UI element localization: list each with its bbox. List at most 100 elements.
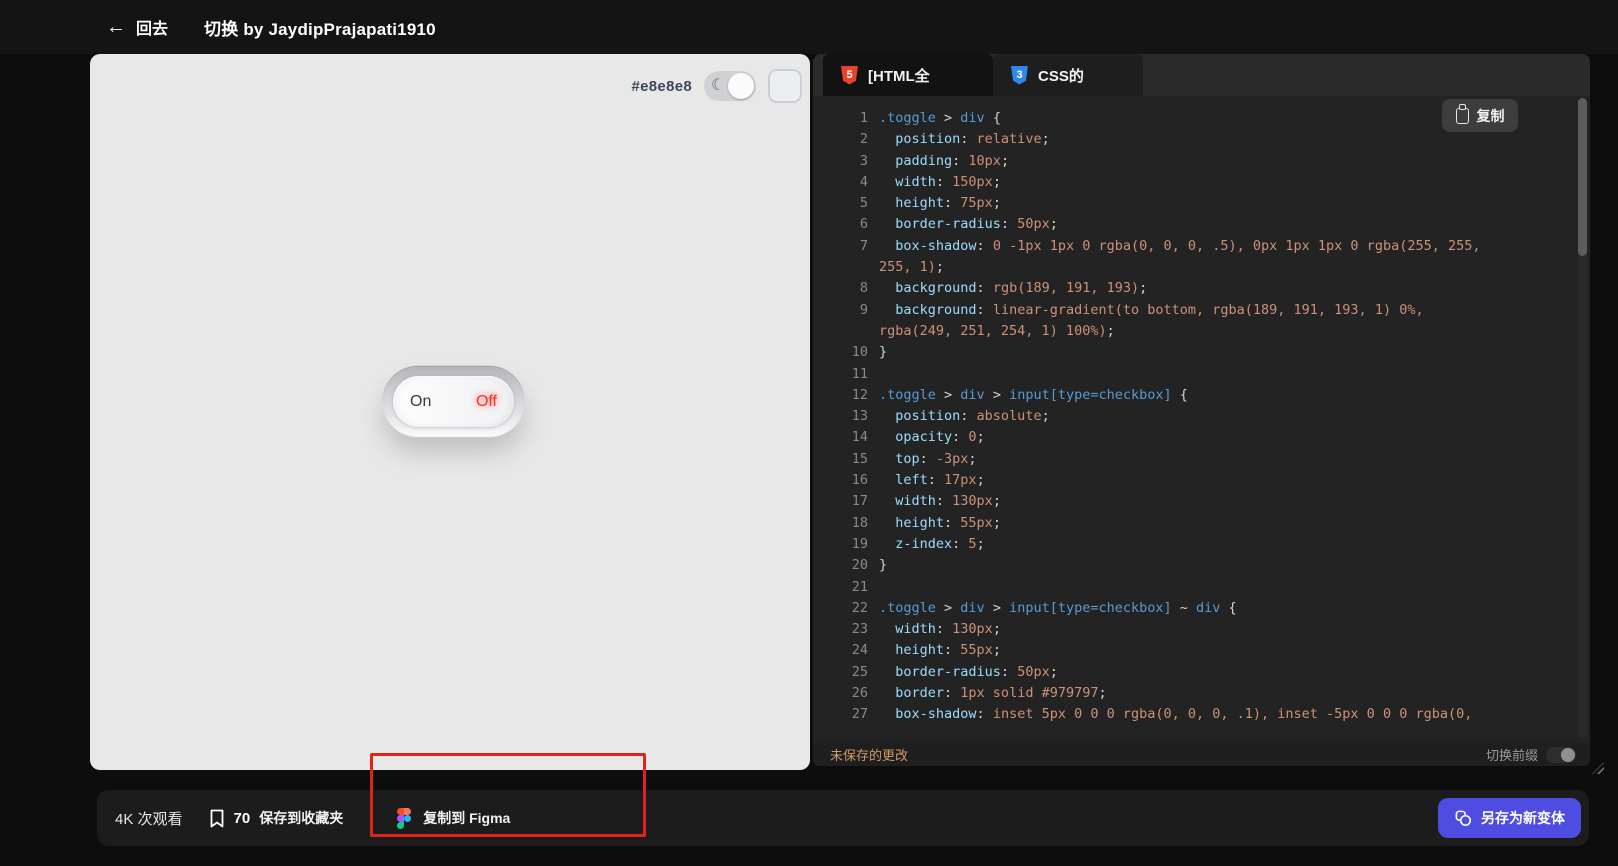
- code-line[interactable]: 14 opacity: 0;: [813, 427, 1590, 448]
- line-number: 19: [851, 535, 868, 552]
- line-number: [813, 257, 868, 278]
- dark-mode-toggle[interactable]: ☾: [704, 71, 756, 101]
- save-to-favorites-button[interactable]: 70 保存到收藏夹: [209, 808, 344, 828]
- code-line[interactable]: 15 top: -3px;: [813, 449, 1590, 470]
- code-line[interactable]: 5 height: 75px;: [813, 193, 1590, 214]
- code-text: }: [879, 557, 888, 574]
- code-line[interactable]: 10}: [813, 342, 1590, 363]
- code-line[interactable]: 3 padding: 10px;: [813, 151, 1590, 172]
- line-number: 17: [851, 493, 868, 510]
- unsaved-changes-label: 未保存的更改: [830, 748, 909, 763]
- code-text: top: -3px;: [879, 450, 977, 467]
- prefix-toggle[interactable]: [1546, 746, 1576, 763]
- demo-toggle-inner[interactable]: On Off: [393, 376, 514, 427]
- code-line[interactable]: 16 left: 17px;: [813, 470, 1590, 491]
- code-scrollbar-track[interactable]: [1578, 98, 1587, 738]
- figma-icon: [397, 807, 412, 829]
- css3-icon: 3: [1011, 65, 1028, 85]
- code-text: box-shadow: inset 5px 0 0 0 rgba(0, 0, 0…: [879, 706, 1473, 723]
- tab-css[interactable]: 3 CSS的: [993, 54, 1143, 96]
- code-text: background: rgb(189, 191, 193);: [879, 280, 1148, 297]
- code-line[interactable]: 12 .toggle > div > input[type=checkbox] {: [813, 385, 1590, 406]
- code-line[interactable]: 17 width: 130px;: [813, 491, 1590, 512]
- moon-icon: ☾: [711, 77, 726, 94]
- demo-off-label: Off: [475, 392, 497, 410]
- code-line[interactable]: 13 position: absolute;: [813, 406, 1590, 427]
- code-text: width: 130px;: [879, 493, 1001, 510]
- panel-resize-handle[interactable]: [1592, 762, 1604, 774]
- clipboard-icon: [1455, 104, 1469, 124]
- code-line[interactable]: 18 height: 55px;: [813, 513, 1590, 534]
- code-line[interactable]: 22 .toggle > div > input[type=checkbox] ~…: [813, 598, 1590, 619]
- line-number: [813, 321, 868, 342]
- line-number: 12: [851, 386, 868, 403]
- line-number: 5: [859, 195, 868, 212]
- code-text: border-radius: 50px;: [879, 216, 1058, 233]
- code-text: background: linear-gradient(to bottom, r…: [879, 301, 1424, 318]
- line-number: 13: [851, 408, 868, 425]
- code-text: position: relative;: [879, 131, 1050, 148]
- background-hex-label: #e8e8e8: [631, 77, 692, 95]
- save-as-variant-button[interactable]: 另存为新变体: [1438, 798, 1581, 838]
- code-line[interactable]: 7 box-shadow: 0 -1px 1px 0 rgba(0, 0, 0,…: [813, 236, 1590, 257]
- save-as-variant-label: 另存为新变体: [1481, 810, 1565, 826]
- dark-mode-toggle-knob[interactable]: [728, 73, 754, 99]
- code-panel: 5 [HTML全 3 CSS的 复制 1 .toggle > div {2 pos…: [813, 54, 1590, 766]
- html5-icon: 5: [841, 65, 858, 85]
- code-text: border-radius: 50px;: [879, 663, 1058, 680]
- code-line[interactable]: 20}: [813, 555, 1590, 576]
- line-number: 24: [851, 642, 868, 659]
- code-text: width: 150px;: [879, 173, 1001, 190]
- code-line[interactable]: 4 width: 150px;: [813, 172, 1590, 193]
- code-editor[interactable]: 1 .toggle > div {2 position: relative; 3 p…: [813, 96, 1590, 743]
- tab-html[interactable]: 5 [HTML全: [823, 54, 993, 96]
- line-number: 7: [859, 237, 868, 254]
- line-number: 23: [851, 621, 868, 638]
- code-text: border: 1px solid #979797;: [879, 685, 1107, 702]
- code-scrollbar-thumb[interactable]: [1578, 98, 1587, 256]
- copy-label: 复制: [1476, 107, 1505, 124]
- line-number: 3: [859, 152, 868, 169]
- code-line[interactable]: 27 box-shadow: inset 5px 0 0 0 rgba(0, 0…: [813, 704, 1590, 725]
- code-line[interactable]: 19 z-index: 5;: [813, 534, 1590, 555]
- bookmark-count: 70: [233, 809, 251, 827]
- code-line[interactable]: 2 position: relative;: [813, 129, 1590, 150]
- prefix-toggle-label: 切换前缀: [1485, 748, 1538, 763]
- code-text: left: 17px;: [879, 472, 985, 489]
- code-line[interactable]: 21: [813, 577, 1590, 598]
- code-line[interactable]: 6 border-radius: 50px;: [813, 214, 1590, 235]
- code-line[interactable]: 9 background: linear-gradient(to bottom,…: [813, 300, 1590, 321]
- code-text: padding: 10px;: [879, 152, 1010, 169]
- duplicate-icon: [1455, 810, 1472, 826]
- code-line[interactable]: 24 height: 55px;: [813, 640, 1590, 661]
- code-line[interactable]: 26 border: 1px solid #979797;: [813, 683, 1590, 704]
- line-number: 2: [859, 131, 868, 148]
- copy-to-figma-button[interactable]: 复制到 Figma: [397, 807, 511, 829]
- prefix-toggle-knob[interactable]: [1561, 747, 1575, 762]
- line-number: 20: [851, 557, 868, 574]
- code-text: rgba(249, 251, 254, 1) 100%);: [879, 322, 1115, 339]
- code-line[interactable]: 8 background: rgb(189, 191, 193);: [813, 278, 1590, 299]
- save-to-favorites-label: 保存到收藏夹: [259, 810, 344, 826]
- code-line[interactable]: 255, 1);: [813, 257, 1590, 278]
- code-text: opacity: 0;: [879, 429, 985, 446]
- demo-toggle-component[interactable]: On Off: [383, 367, 524, 436]
- line-number: 14: [851, 429, 868, 446]
- code-text: height: 55px;: [879, 514, 1001, 531]
- line-number: 18: [851, 514, 868, 531]
- copy-code-button[interactable]: 复制: [1442, 99, 1518, 132]
- code-line[interactable]: rgba(249, 251, 254, 1) 100%);: [813, 321, 1590, 342]
- code-line[interactable]: 25 border-radius: 50px;: [813, 662, 1590, 683]
- code-text: box-shadow: 0 -1px 1px 0 rgba(0, 0, 0, .…: [879, 237, 1481, 254]
- view-count: 4K 次观看: [115, 810, 183, 828]
- bookmark-icon: [210, 809, 223, 827]
- code-footer: 未保存的更改 切换前缀: [813, 743, 1590, 766]
- copy-to-figma-label: 复制到 Figma: [423, 810, 511, 826]
- code-line[interactable]: 11: [813, 364, 1590, 385]
- page-title: 切换 by JaydipPrajapati1910: [204, 19, 436, 39]
- code-line[interactable]: 23 width: 130px;: [813, 619, 1590, 640]
- line-number: 4: [859, 173, 868, 190]
- back-button[interactable]: ← 回去: [106, 15, 168, 39]
- resize-preview-button[interactable]: [768, 69, 802, 103]
- line-number: 27: [851, 706, 868, 723]
